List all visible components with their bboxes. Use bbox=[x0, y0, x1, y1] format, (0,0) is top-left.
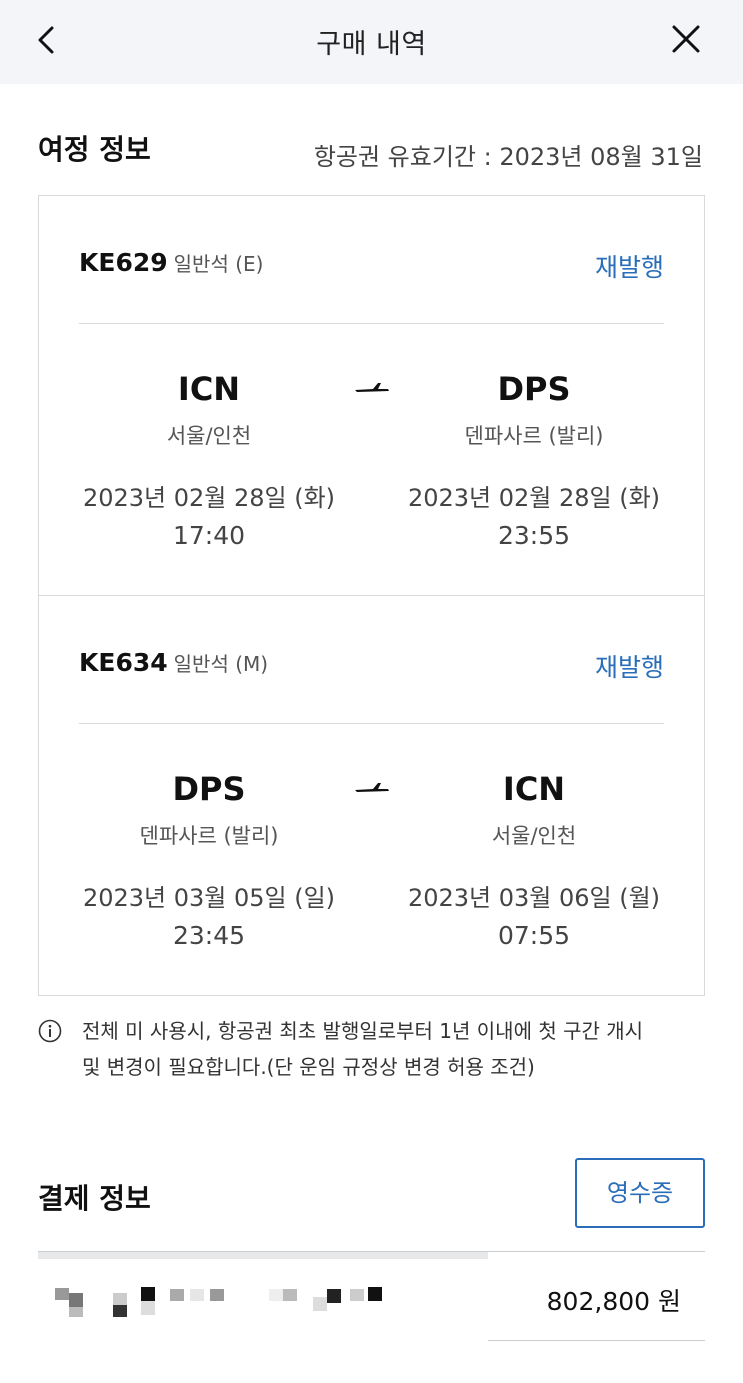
departure-date: 2023년 03월 05일 (일) bbox=[82, 884, 336, 912]
departure-date: 2023년 02월 28일 (화) bbox=[82, 484, 336, 512]
arrival-airport-code: DPS bbox=[497, 370, 571, 408]
divider bbox=[79, 323, 664, 324]
masked-payment-detail bbox=[55, 1287, 382, 1317]
arrival-date: 2023년 03월 06일 (월) bbox=[407, 884, 661, 912]
payment-section-title: 결제 정보 bbox=[38, 1182, 151, 1215]
receipt-button[interactable]: 영수증 bbox=[575, 1158, 705, 1228]
departure-city: 서울/인천 bbox=[166, 424, 252, 448]
departure-time: 17:40 bbox=[172, 521, 246, 550]
flight-number: KE629 bbox=[79, 248, 168, 277]
close-icon[interactable] bbox=[669, 22, 703, 56]
departure-time: 23:45 bbox=[172, 921, 246, 950]
departure-city: 덴파사르 (발리) bbox=[139, 824, 279, 848]
cabin-class: 일반석 (M) bbox=[173, 652, 269, 676]
notice-text-line2: 및 변경이 필요합니다.(단 운임 규정상 변경 허용 조건) bbox=[82, 1055, 535, 1079]
departure-airport-code: ICN bbox=[177, 370, 241, 408]
flight-number: KE634 bbox=[79, 648, 168, 677]
flight-card: KE629 일반석 (E) 재발행 ICN 서울/인천 2023년 02월 28일… bbox=[38, 195, 705, 596]
info-icon bbox=[38, 1019, 62, 1043]
cabin-class: 일반석 (E) bbox=[173, 252, 264, 276]
arrival-time: 23:55 bbox=[497, 521, 571, 550]
flight-card: KE634 일반석 (M) 재발행 DPS 덴파사르 (발리) 2023년 03월… bbox=[38, 595, 705, 996]
itinerary-section-title: 여정 정보 bbox=[38, 133, 151, 166]
flight-header: KE634 일반석 (M) bbox=[79, 648, 268, 677]
flight-header: KE629 일반석 (E) bbox=[79, 248, 263, 277]
payment-amount: 802,800 원 bbox=[546, 1287, 681, 1316]
arrival-time: 07:55 bbox=[497, 921, 571, 950]
reissue-button[interactable]: 재발행 bbox=[595, 648, 664, 684]
top-app-bar: 구매 내역 bbox=[0, 0, 743, 84]
page-title: 구매 내역 bbox=[316, 29, 427, 60]
arrival-date: 2023년 02월 28일 (화) bbox=[407, 484, 661, 512]
arrival-airport-code: ICN bbox=[502, 770, 566, 808]
ticket-validity: 항공권 유효기간 : 2023년 08월 31일 bbox=[313, 143, 703, 171]
notice-text-line1: 전체 미 사용시, 항공권 최초 발행일로부터 1년 이내에 첫 구간 개시 bbox=[82, 1019, 644, 1043]
divider bbox=[488, 1340, 705, 1341]
arrival-city: 덴파사르 (발리) bbox=[464, 424, 604, 448]
divider-shadow bbox=[38, 1252, 488, 1259]
departure-airport-code: DPS bbox=[172, 770, 246, 808]
reissue-button[interactable]: 재발행 bbox=[595, 248, 664, 284]
arrival-city: 서울/인천 bbox=[491, 824, 577, 848]
divider bbox=[79, 723, 664, 724]
